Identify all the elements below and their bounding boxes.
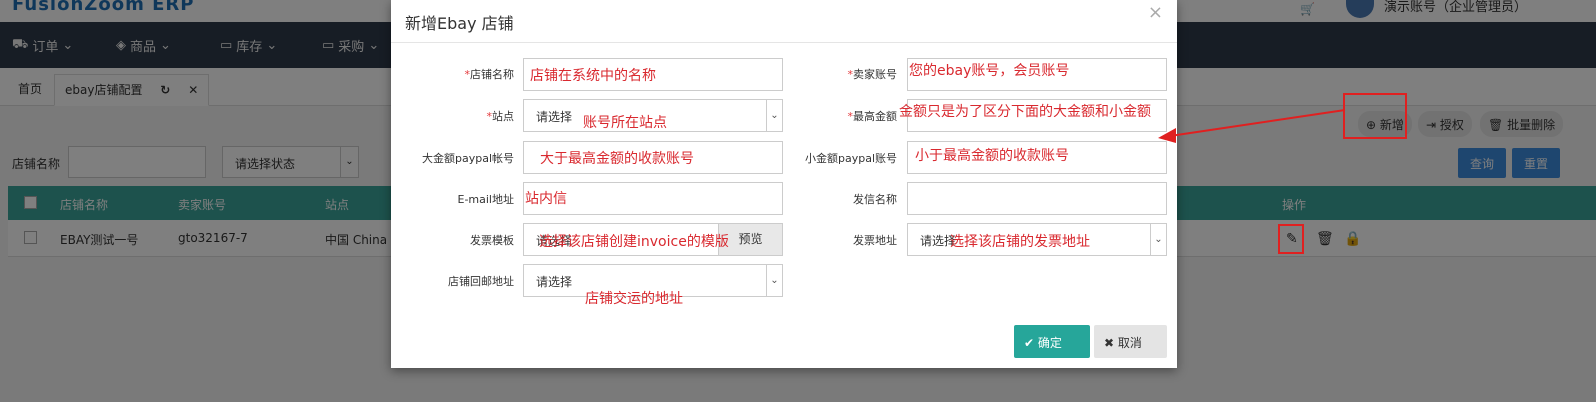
- check-icon: ✔: [1024, 336, 1035, 350]
- sender-name-input[interactable]: [907, 182, 1167, 215]
- site-select-value: 请选择: [536, 110, 573, 124]
- invoice-address-label: 发票地址: [853, 234, 897, 247]
- annotation-small-paypal: 小于最高金额的收款账号: [915, 148, 1069, 164]
- dialog-title: 新增Ebay 店铺: [405, 14, 514, 33]
- annotation-max-amount: 金额只是为了区分下面的大金额和小金额: [899, 104, 1151, 120]
- annotation-invoice-template: 选择该店铺创建invoice的模版: [539, 234, 729, 250]
- max-amount-label: *最高金额: [777, 108, 898, 124]
- close-icon: ✖: [1104, 336, 1115, 350]
- annotation-site: 账号所在站点: [583, 115, 667, 131]
- annotation-email: 站内信: [525, 191, 567, 207]
- big-paypal-label: 大金额paypal帐号: [421, 152, 514, 165]
- annotation-seller-account: 您的ebay账号，会员账号: [909, 63, 1070, 79]
- cancel-label: 取消: [1117, 336, 1142, 350]
- annotation-shop-name: 店铺在系统中的名称: [530, 68, 656, 84]
- label-text: 卖家账号: [853, 68, 897, 81]
- close-icon[interactable]: ×: [1148, 2, 1163, 23]
- shop-name-label: *店铺名称: [394, 66, 515, 82]
- email-label: E-mail地址: [457, 193, 515, 206]
- sender-name-label: 发信名称: [853, 193, 897, 206]
- confirm-label: 确定: [1037, 336, 1062, 350]
- label-text: 店铺名称: [470, 68, 514, 81]
- label-text: 站点: [492, 110, 514, 123]
- label-text: 最高金额: [853, 110, 897, 123]
- annotation-return-address: 店铺交运的地址: [585, 291, 683, 307]
- annotation-big-paypal: 大于最高金额的收款账号: [540, 151, 694, 167]
- return-address-label: 店铺回邮地址: [448, 275, 514, 288]
- confirm-button[interactable]: ✔ 确定: [1014, 325, 1090, 358]
- small-paypal-label: 小金额paypal账号: [804, 152, 897, 165]
- annotation-box-add-button: [1343, 93, 1407, 139]
- chevron-down-icon: ⌄: [766, 265, 782, 296]
- chevron-down-icon: ⌄: [1150, 224, 1166, 255]
- seller-account-label: *卖家账号: [777, 66, 898, 82]
- site-label: *站点: [394, 108, 515, 124]
- return-address-value: 请选择: [536, 275, 573, 289]
- annotation-box-edit-icon: [1278, 224, 1304, 254]
- invoice-template-label: 发票模板: [470, 234, 514, 247]
- annotation-invoice-address: 选择该店铺的发票地址: [950, 234, 1090, 250]
- cancel-button[interactable]: ✖ 取消: [1094, 325, 1167, 358]
- add-ebay-shop-dialog: 新增Ebay 店铺 × *店铺名称 *卖家账号 *站点 请选择 ⌄ *最高金额 …: [391, 0, 1177, 368]
